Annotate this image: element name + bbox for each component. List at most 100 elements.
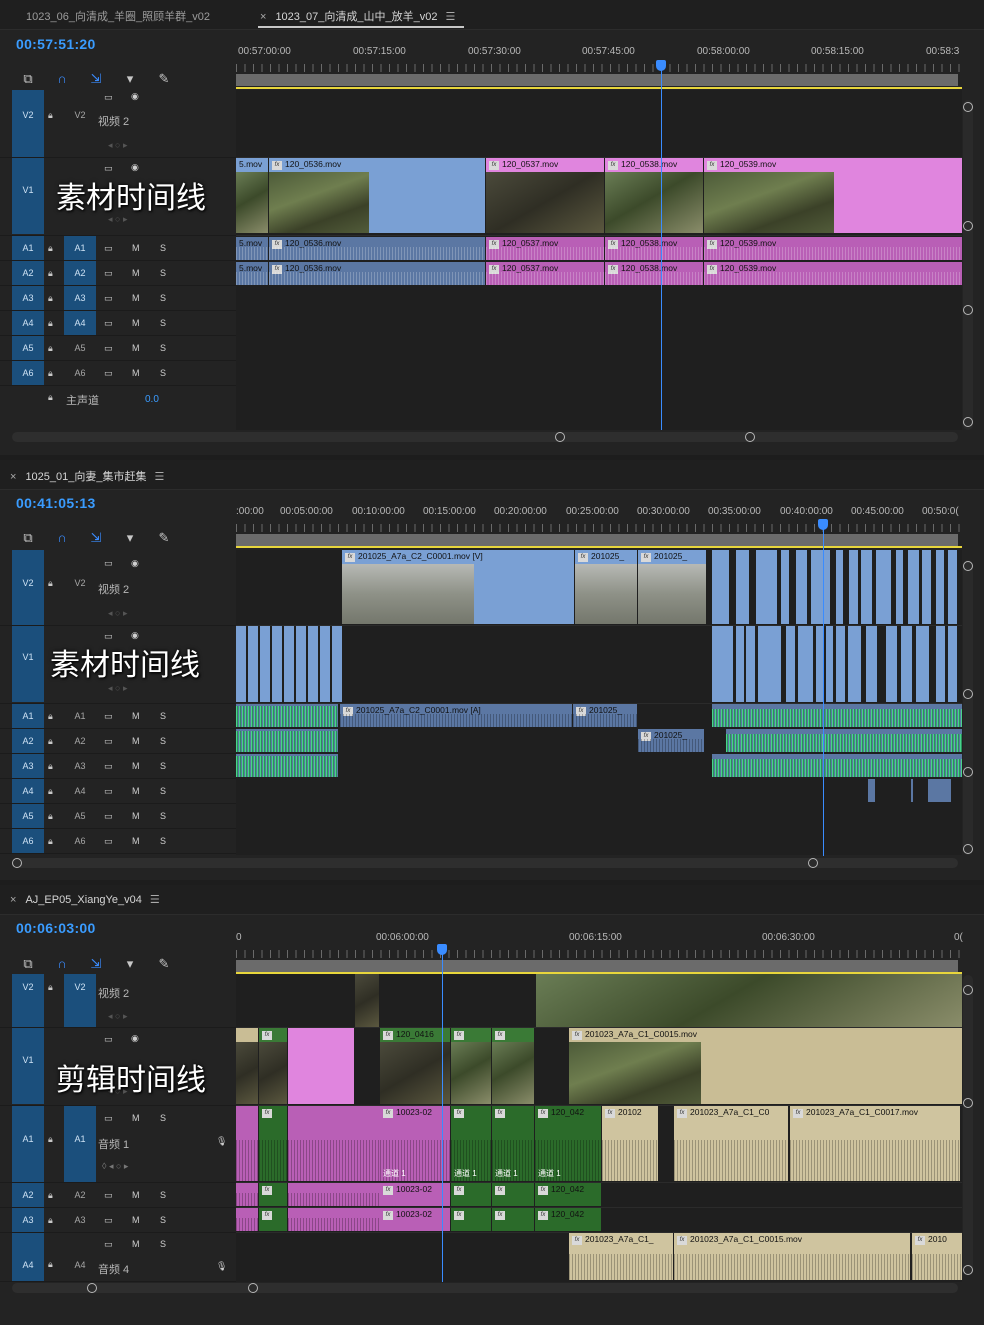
track-target-v1[interactable]: V1	[12, 158, 44, 234]
keyframe-nav-icon[interactable]: ◂ ○ ▸	[108, 683, 127, 694]
clip[interactable]	[836, 626, 846, 702]
sync-icon[interactable]: ▭	[104, 811, 113, 822]
track-target-a1[interactable]: A1	[12, 704, 44, 728]
track-target-a3[interactable]: A3	[12, 754, 44, 778]
lock-icon[interactable]: 🔒︎	[48, 1215, 53, 1226]
zoom-handle-right[interactable]	[808, 858, 818, 868]
mute-button[interactable]: M	[132, 293, 140, 303]
clip[interactable]	[296, 626, 307, 702]
playhead-timecode[interactable]: 00:06:03:00	[16, 920, 96, 936]
mute-button[interactable]: M	[132, 1190, 140, 1200]
source-patch-a4[interactable]: A4	[64, 311, 96, 335]
clip[interactable]	[236, 729, 338, 752]
clip[interactable]	[849, 550, 859, 624]
menu-icon[interactable]: ☰	[445, 11, 455, 23]
tab-sequence-1025-01[interactable]: × 1025_01_向妻_集市赶集 ☰	[10, 468, 164, 484]
clip[interactable]: fx	[451, 1208, 491, 1231]
mute-button[interactable]: M	[132, 1215, 140, 1225]
lock-icon[interactable]: 🔒︎	[48, 1134, 53, 1145]
lock-icon[interactable]: 🔒︎	[48, 243, 53, 254]
lock-icon[interactable]: 🔒︎	[48, 368, 53, 379]
clip[interactable]	[866, 626, 878, 702]
clip[interactable]: 5.mov	[236, 262, 268, 285]
clip[interactable]	[901, 626, 913, 702]
source-patch-v2[interactable]: V2	[64, 110, 96, 122]
mute-button[interactable]: M	[132, 318, 140, 328]
clip[interactable]	[848, 626, 862, 702]
wrench-icon[interactable]: ✎	[156, 530, 172, 546]
playhead-handle[interactable]	[656, 60, 666, 71]
clip[interactable]: fx	[492, 1183, 534, 1206]
playhead-handle[interactable]	[818, 519, 828, 530]
sync-icon[interactable]: ▭	[104, 1239, 113, 1250]
clip[interactable]	[712, 754, 962, 777]
sync-icon[interactable]: ▭	[104, 343, 113, 354]
clip[interactable]: fx 120_0538.mov	[605, 237, 703, 260]
eye-icon[interactable]: ◉	[131, 558, 139, 569]
work-area-bar[interactable]	[236, 74, 958, 86]
track-target-v1[interactable]: V1	[12, 1028, 44, 1104]
eye-icon[interactable]: ◉	[131, 1033, 139, 1044]
lock-icon[interactable]: 🔒︎	[48, 786, 53, 797]
time-ruler[interactable]: :00:00 00:05:00:00 00:10:00:00 00:15:00:…	[236, 504, 962, 548]
mic-icon[interactable]: 🎙︎	[216, 1261, 227, 1272]
sync-icon[interactable]: ▭	[104, 558, 113, 569]
track-target-v2[interactable]: V2	[12, 90, 44, 157]
scroll-knob[interactable]	[963, 305, 973, 315]
clip[interactable]	[332, 626, 343, 702]
clip[interactable]: 5.mov	[236, 158, 268, 233]
lock-icon[interactable]: 🔒︎	[48, 293, 53, 304]
clip[interactable]: fx 201025_A7a_C2_C0001.mov [A]	[340, 704, 572, 727]
lock-icon[interactable]: 🔒︎	[48, 392, 53, 403]
wrench-icon[interactable]: ✎	[156, 956, 172, 972]
clip[interactable]	[248, 626, 259, 702]
clip[interactable]: fx 10023-02 通道 1	[380, 1106, 450, 1181]
clip[interactable]: fx 201025_	[638, 550, 706, 624]
clip[interactable]: fx	[451, 1028, 491, 1104]
lock-icon[interactable]: 🔒︎	[48, 343, 53, 354]
horizontal-scrollbar[interactable]	[12, 432, 958, 442]
mute-button[interactable]: M	[132, 711, 140, 721]
keyframe-nav-icon[interactable]: ◂ ○ ▸	[108, 608, 127, 619]
source-patch-a3[interactable]: A3	[64, 754, 96, 778]
lock-icon[interactable]: 🔒︎	[48, 811, 53, 822]
clip[interactable]: fx 120_0537.mov	[486, 158, 604, 233]
clip[interactable]: fx 201025_	[638, 729, 704, 752]
track-target-a6[interactable]: A6	[12, 829, 44, 853]
tab-sequence-1023-06[interactable]: 1023_06_向清成_羊圈_照顾羊群_v02	[26, 8, 210, 24]
clip[interactable]	[236, 754, 338, 777]
close-icon[interactable]: ×	[10, 471, 16, 483]
solo-button[interactable]: S	[160, 368, 166, 378]
mute-button[interactable]: M	[132, 1113, 140, 1123]
master-volume[interactable]: 0.0	[145, 394, 159, 405]
clip[interactable]	[260, 626, 271, 702]
scroll-knob[interactable]	[963, 561, 973, 571]
clip[interactable]	[886, 626, 898, 702]
close-icon[interactable]: ×	[260, 11, 266, 23]
clip[interactable]	[876, 550, 892, 624]
vertical-scrollbar[interactable]	[963, 100, 973, 430]
clip[interactable]	[236, 626, 247, 702]
source-patch-v2[interactable]: V2	[64, 578, 96, 590]
mute-button[interactable]: M	[132, 811, 140, 821]
mute-button[interactable]: M	[132, 786, 140, 796]
wrench-icon[interactable]: ✎	[156, 71, 172, 87]
mute-button[interactable]: M	[132, 268, 140, 278]
clip[interactable]: fx	[259, 1208, 287, 1231]
clip[interactable]: fx 120_0538.mov	[605, 262, 703, 285]
sync-icon[interactable]: ▭	[104, 318, 113, 329]
clip[interactable]	[758, 626, 782, 702]
source-patch-a4[interactable]: A4	[64, 779, 96, 803]
lock-icon[interactable]: 🔒︎	[48, 1259, 53, 1270]
track-name[interactable]: 音频 4	[98, 1261, 129, 1277]
clip[interactable]	[712, 704, 962, 727]
clip[interactable]	[916, 626, 930, 702]
track-target-a1[interactable]: A1	[12, 236, 44, 260]
scroll-knob[interactable]	[963, 689, 973, 699]
eye-icon[interactable]: ◉	[131, 162, 139, 173]
clip[interactable]	[896, 550, 904, 624]
clip[interactable]: fx 120_0537.mov	[486, 237, 604, 260]
eye-icon[interactable]: ◉	[131, 91, 139, 102]
clip[interactable]	[288, 1106, 380, 1181]
source-patch-a2[interactable]: A2	[64, 1183, 96, 1207]
